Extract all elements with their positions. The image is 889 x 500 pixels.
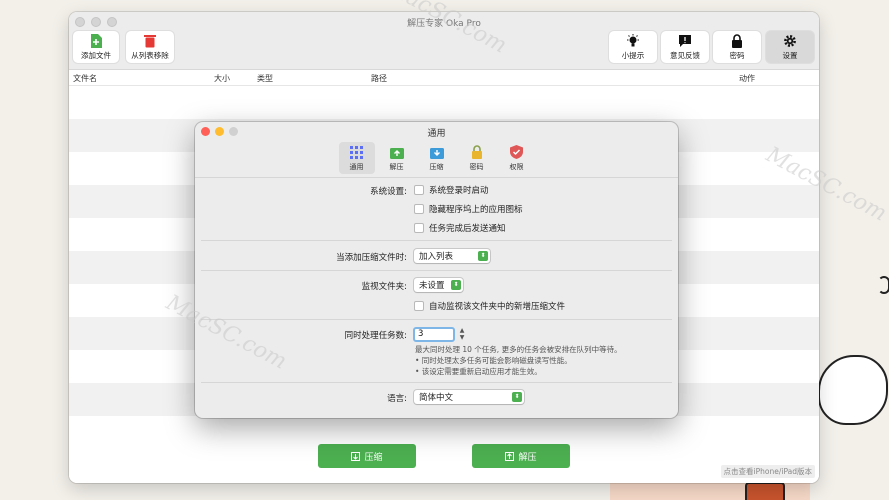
tab-compress[interactable]: 压缩 [419, 142, 455, 174]
concurrent-note-1: 最大同时处理 10 个任务, 更多的任务会被安排在队列中等待。 [415, 345, 622, 354]
password-button[interactable]: 密码 [713, 31, 761, 63]
decompress-button[interactable]: 解压 [472, 444, 570, 468]
bottom-bar: 压缩 解压 点击查看iPhone/iPad版本 [69, 443, 819, 483]
column-size[interactable]: 大小 [214, 73, 230, 84]
tab-decompress[interactable]: 解压 [379, 142, 415, 174]
compress-icon [351, 451, 361, 461]
add-file-icon [90, 33, 102, 48]
add-file-button[interactable]: 添加文件 [73, 31, 119, 63]
grid-icon [350, 145, 363, 160]
chevron-updown-icon: ⬍ [512, 392, 522, 402]
concurrent-tasks-stepper[interactable]: ▲ ▼ [458, 327, 466, 342]
concurrent-tasks-label: 同时处理任务数: [344, 331, 407, 341]
section-divider [201, 240, 672, 241]
dialog-title: 通用 [427, 129, 446, 139]
section-divider [201, 319, 672, 320]
tab-permissions[interactable]: 权限 [499, 142, 535, 174]
background-mug [745, 482, 785, 500]
decompress-icon [389, 145, 404, 160]
shield-icon [510, 145, 523, 160]
section-divider [201, 270, 672, 271]
language-select[interactable]: 简体中文 ⬍ [414, 390, 524, 404]
preferences-dialog: 通用 通用 解压 压缩 密码 权限 系统设置: 系统登录时启动 隐藏程序坞上的应… [195, 122, 678, 418]
column-filename[interactable]: 文件名 [73, 73, 97, 84]
main-titlebar: 解压专家 Oka Pro 添加文件 从列表移除 小提示 意见反馈 密码 设置 [69, 12, 819, 70]
concurrent-tasks-input[interactable]: 3 [413, 327, 455, 342]
system-settings-label: 系统设置: [370, 187, 407, 197]
background-decoration [878, 276, 889, 294]
language-label: 语言: [387, 394, 407, 404]
column-path[interactable]: 路径 [371, 73, 387, 84]
section-divider [201, 382, 672, 383]
notify-done-checkbox[interactable]: 任务完成后发送通知 [414, 222, 506, 234]
login-start-checkbox[interactable]: 系统登录时启动 [414, 184, 489, 196]
preferences-tabs: 通用 解压 压缩 密码 权限 [195, 142, 678, 174]
ipad-version-link[interactable]: 点击查看iPhone/iPad版本 [720, 465, 815, 478]
decompress-icon [505, 451, 515, 461]
lock-icon [731, 33, 743, 48]
tips-button[interactable]: 小提示 [609, 31, 657, 63]
watch-folder-label: 监视文件夹: [361, 282, 407, 292]
chevron-updown-icon: ⬍ [478, 251, 488, 261]
watch-folder-select[interactable]: 未设置 ⬍ [414, 278, 463, 292]
on-add-select[interactable]: 加入列表 ⬍ [414, 249, 490, 263]
tab-password[interactable]: 密码 [459, 142, 495, 174]
chevron-updown-icon: ⬍ [451, 280, 461, 290]
settings-button[interactable]: 设置 [766, 31, 814, 63]
column-action[interactable]: 动作 [739, 73, 755, 84]
on-add-label: 当添加压缩文件时: [336, 253, 407, 263]
feedback-icon [678, 33, 692, 48]
gear-icon [783, 33, 797, 48]
concurrent-note-3: • 该设定需要重新启动应用才能生效。 [415, 367, 542, 376]
hide-dock-checkbox[interactable]: 隐藏程序坞上的应用图标 [414, 203, 523, 215]
column-type[interactable]: 类型 [257, 73, 273, 84]
compress-icon [429, 145, 444, 160]
lightbulb-icon [626, 33, 640, 48]
concurrent-note-2: • 同时处理太多任务可能会影响磁盘读写性能。 [415, 356, 572, 365]
column-header: 文件名 大小 类型 路径 动作 [69, 70, 819, 86]
window-title: 解压专家 Oka Pro [407, 19, 481, 29]
list-row [69, 86, 819, 119]
tabs-divider [195, 177, 678, 178]
feedback-button[interactable]: 意见反馈 [661, 31, 709, 63]
lock-icon [471, 145, 483, 160]
trash-icon [144, 33, 156, 48]
remove-from-list-button[interactable]: 从列表移除 [126, 31, 174, 63]
auto-watch-checkbox[interactable]: 自动监视该文件夹中的新增压缩文件 [414, 300, 565, 312]
background-cloud [818, 355, 888, 425]
tab-general[interactable]: 通用 [338, 142, 375, 174]
compress-button[interactable]: 压缩 [318, 444, 416, 468]
